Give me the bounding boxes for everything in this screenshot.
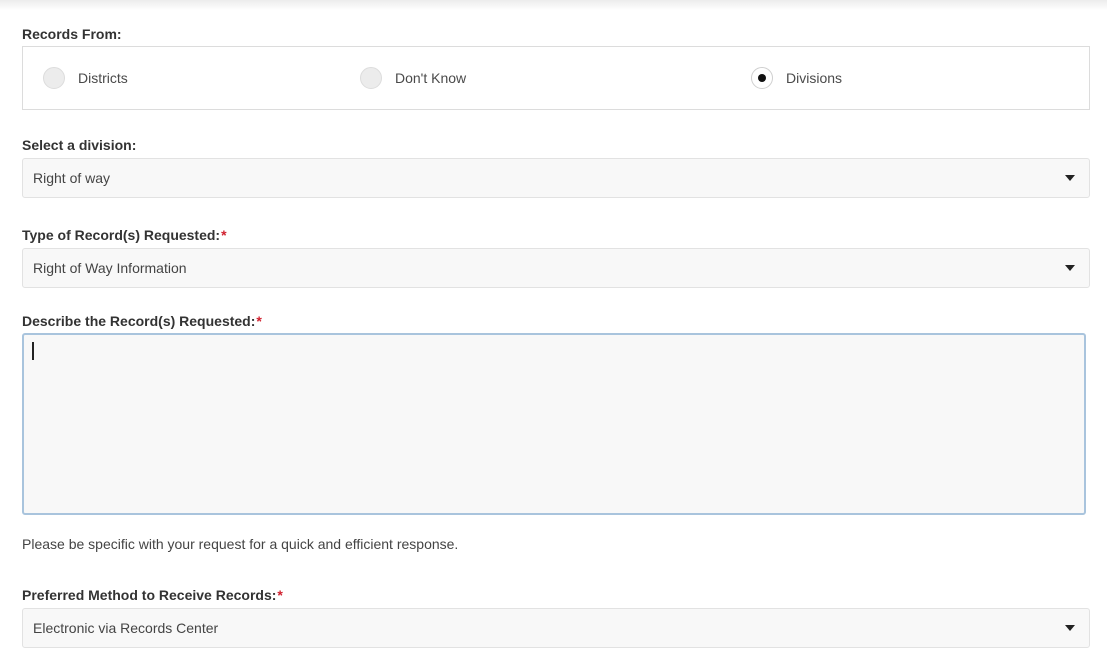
radio-dont-know-label[interactable]: Don't Know bbox=[395, 70, 466, 86]
caret-down-icon bbox=[1065, 175, 1075, 181]
radio-divisions[interactable] bbox=[751, 67, 773, 89]
text-cursor bbox=[32, 342, 34, 360]
preferred-method-label-text: Preferred Method to Receive Records: bbox=[22, 587, 277, 603]
caret-down-icon bbox=[1065, 265, 1075, 271]
preferred-method-label: Preferred Method to Receive Records:* bbox=[22, 587, 283, 603]
required-marker: * bbox=[221, 227, 227, 243]
record-type-selected-value: Right of Way Information bbox=[33, 260, 187, 276]
radio-option-divisions[interactable]: Divisions bbox=[751, 66, 842, 90]
radio-districts-label[interactable]: Districts bbox=[78, 70, 128, 86]
required-marker: * bbox=[256, 313, 262, 329]
records-from-radio-group: Districts Don't Know Divisions bbox=[22, 46, 1090, 110]
radio-districts[interactable] bbox=[43, 67, 65, 89]
division-select[interactable]: Right of way bbox=[22, 158, 1090, 198]
radio-option-dont-know[interactable]: Don't Know bbox=[360, 66, 466, 90]
caret-down-icon bbox=[1065, 625, 1075, 631]
division-selected-value: Right of way bbox=[33, 170, 111, 186]
describe-textarea[interactable] bbox=[22, 333, 1086, 515]
radio-divisions-label[interactable]: Divisions bbox=[786, 70, 842, 86]
preferred-method-select[interactable]: Electronic via Records Center bbox=[22, 608, 1090, 648]
division-label-text: Select a division: bbox=[22, 137, 137, 153]
radio-option-districts[interactable]: Districts bbox=[43, 66, 128, 90]
top-shadow bbox=[0, 0, 1107, 10]
required-marker: * bbox=[277, 587, 283, 603]
describe-label: Describe the Record(s) Requested:* bbox=[22, 313, 262, 329]
radio-dont-know[interactable] bbox=[360, 67, 382, 89]
describe-label-text: Describe the Record(s) Requested: bbox=[22, 313, 256, 329]
record-type-label-text: Type of Record(s) Requested: bbox=[22, 227, 221, 243]
record-type-select[interactable]: Right of Way Information bbox=[22, 248, 1090, 288]
records-from-label: Records From: bbox=[22, 26, 122, 42]
describe-help-text: Please be specific with your request for… bbox=[22, 536, 459, 552]
record-type-label: Type of Record(s) Requested:* bbox=[22, 227, 227, 243]
records-from-label-text: Records From: bbox=[22, 26, 122, 42]
division-label: Select a division: bbox=[22, 137, 136, 153]
preferred-method-selected-value: Electronic via Records Center bbox=[33, 620, 219, 636]
